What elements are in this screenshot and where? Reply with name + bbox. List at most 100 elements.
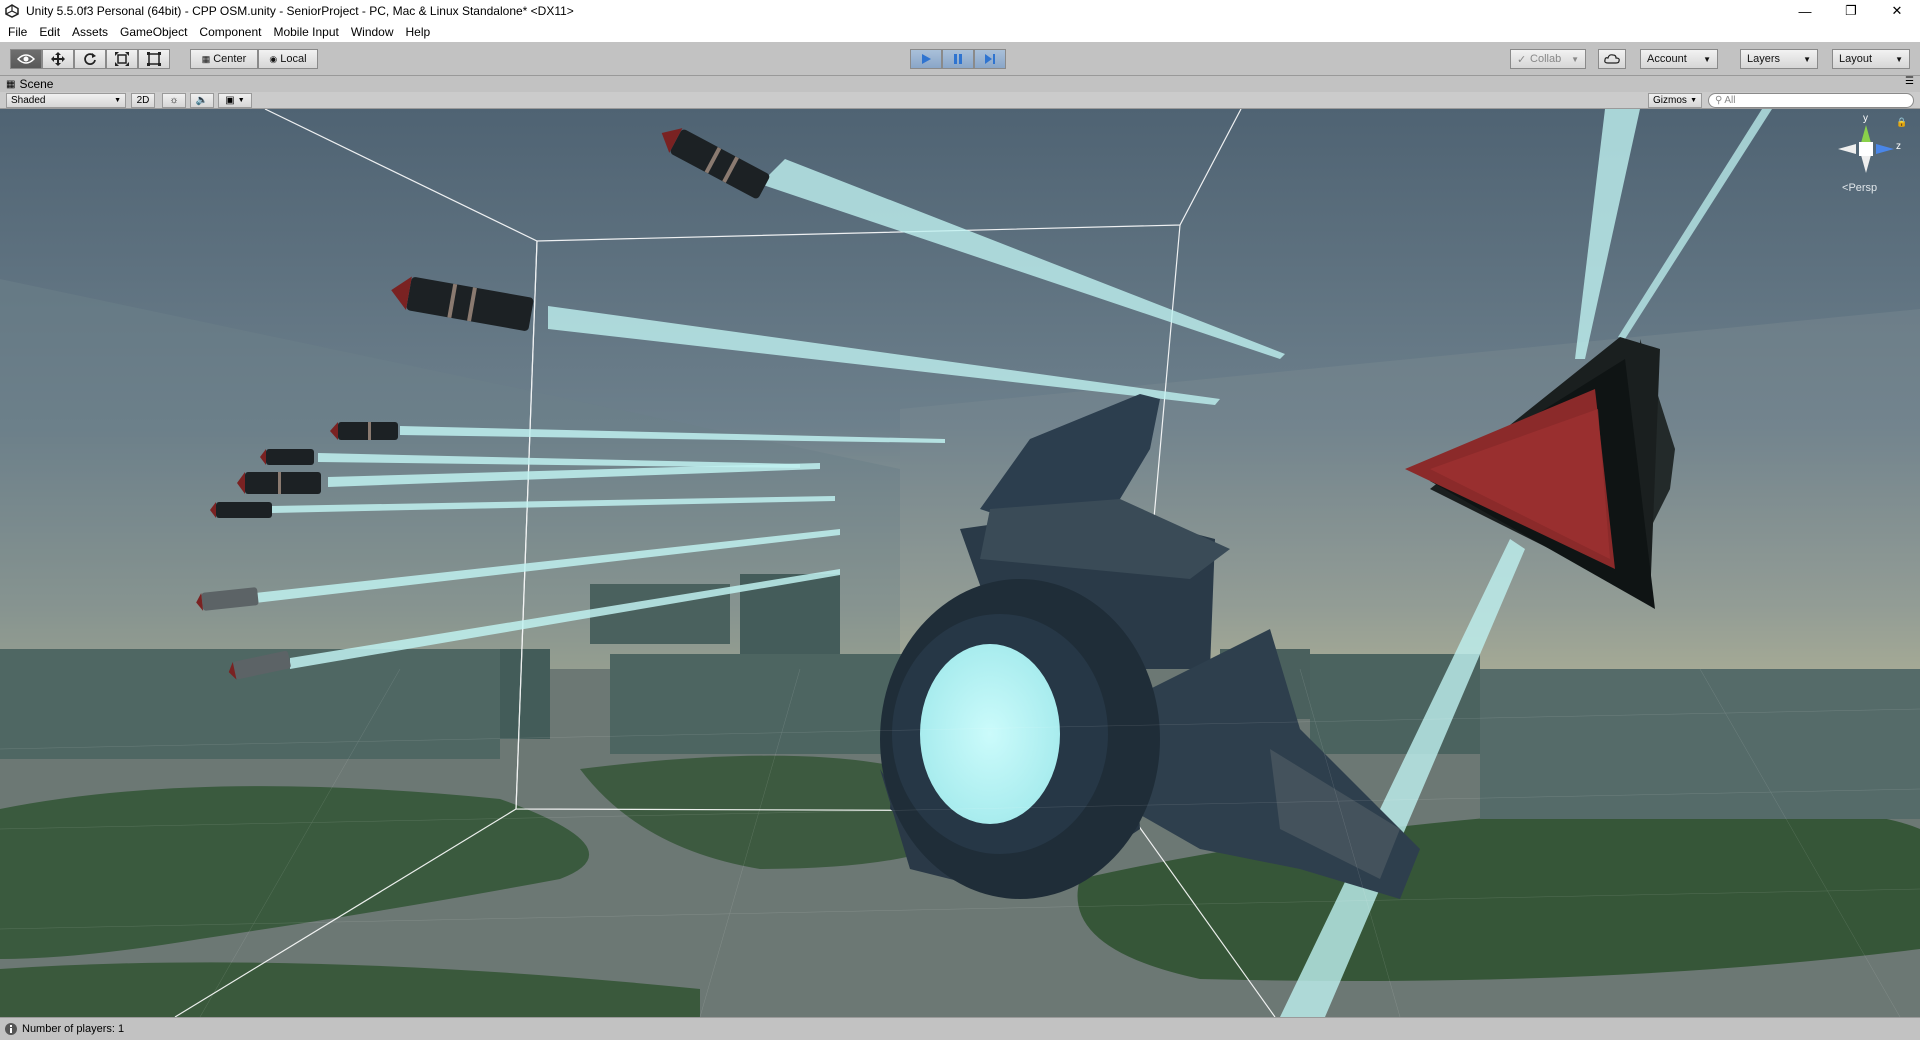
rotate-tool-button[interactable] [74,49,106,69]
chevron-down-icon: ▼ [1571,54,1579,64]
audio-toggle[interactable]: 🔈 [190,93,214,108]
cloud-controls [1598,49,1626,69]
sun-icon: ☼ [169,95,179,106]
menu-assets[interactable]: Assets [66,22,114,42]
title-bar: Unity 5.5.0f3 Personal (64bit) - CPP OSM… [0,0,1920,22]
chevron-down-icon: ▼ [1803,54,1811,64]
info-icon [5,1023,17,1035]
orientation-gizmo[interactable]: y z 🔒 <Persp [1826,113,1907,225]
projection-text: Persp [1848,182,1878,194]
tab-menu-icon[interactable]: ☰ [1905,76,1914,87]
layout-controls: Layout ▼ [1832,49,1910,69]
search-placeholder: All [1724,95,1736,106]
scene-search-input[interactable]: ⚲ All [1708,93,1914,108]
step-button[interactable] [974,49,1006,69]
missile [237,472,321,494]
move-tool-button[interactable] [42,49,74,69]
menu-bar: File Edit Assets GameObject Component Mo… [0,22,1920,42]
scale-tool-button[interactable] [106,49,138,69]
building [1480,669,1920,819]
chevron-down-icon: ▼ [237,97,245,104]
close-button[interactable]: ✕ [1874,0,1920,22]
collab-dropdown[interactable]: ✓ Collab ▼ [1510,49,1586,69]
scene-viewport[interactable]: y z 🔒 <Persp [0,109,1920,1017]
layers-controls: Layers ▼ [1740,49,1818,69]
2d-toggle-label: 2D [136,95,150,106]
rotate-icon [84,53,96,65]
scene-options-bar: Shaded ▼ 2D ☼ 🔈 ▣ ▼ Gizmos ▼ ⚲ All [0,92,1920,109]
play-button[interactable] [910,49,942,69]
scene-tab-bar: ▦ Scene ☰ [0,76,1920,92]
scene-render [0,109,1920,1017]
menu-gameobject[interactable]: GameObject [114,22,193,42]
restore-button[interactable]: ❐ [1828,0,1874,22]
shading-mode-dropdown[interactable]: Shaded ▼ [6,93,126,108]
local-space-icon: ◉ [269,53,278,64]
menu-file[interactable]: File [2,22,33,42]
scale-icon [115,52,129,66]
play-icon [922,54,931,64]
projection-label[interactable]: <Persp [1842,182,1877,194]
status-message: Number of players: 1 [22,1023,125,1035]
cloud-button[interactable] [1598,49,1626,69]
missile [330,422,398,440]
collab-label: Collab [1530,53,1562,65]
pause-button[interactable] [942,49,974,69]
gizmos-label: Gizmos [1653,95,1687,106]
account-controls: Account ▼ [1640,49,1718,69]
space-local-button[interactable]: ◉ Local [258,49,318,69]
layout-label: Layout [1839,53,1873,65]
view-tool-button[interactable] [10,49,42,69]
chevron-down-icon: ▼ [1895,54,1903,64]
move-arrows-icon [51,52,65,66]
collab-controls: ✓ Collab ▼ [1510,49,1586,69]
chevron-down-icon: ▼ [114,97,121,104]
missile [210,502,272,518]
status-bar: Number of players: 1 [0,1017,1920,1040]
lock-icon[interactable]: 🔒 [1896,117,1907,128]
axis-z-label: z [1896,141,1901,152]
effects-dropdown[interactable]: ▣ ▼ [218,93,252,108]
pivot-center-label: Center [213,53,247,65]
rect-tool-button[interactable] [138,49,170,69]
menu-component[interactable]: Component [193,22,267,42]
scene-tab[interactable]: ▦ Scene [6,77,53,91]
transform-tools [10,49,170,69]
unity-logo-icon [4,3,20,19]
menu-mobile-input[interactable]: Mobile Input [267,22,344,42]
pivot-center-button[interactable]: ▦ Center [190,49,258,69]
cloud-icon [1604,54,1620,64]
scene-grid-icon: ▦ [6,78,16,90]
minimize-button[interactable]: — [1782,0,1828,22]
axis-y-label: y [1863,113,1868,124]
2d-toggle[interactable]: 2D [131,93,155,108]
axis-gizmo-icon [1838,125,1894,173]
main-toolbar: ▦ Center ◉ Local ✓ Collab ▼ Account ▼ La… [0,42,1920,76]
menu-window[interactable]: Window [345,22,400,42]
eye-icon [17,54,35,64]
collab-check-icon: ✓ [1517,53,1527,66]
menu-help[interactable]: Help [400,22,437,42]
speaker-icon: 🔈 [195,95,209,106]
building [500,649,550,739]
missile [260,449,314,465]
layout-dropdown[interactable]: Layout ▼ [1832,49,1910,69]
window-title: Unity 5.5.0f3 Personal (64bit) - CPP OSM… [26,4,574,18]
playback-controls [910,49,1006,69]
layers-label: Layers [1747,53,1781,65]
rect-transform-icon [147,52,161,66]
menu-edit[interactable]: Edit [33,22,66,42]
engine-glow [920,644,1060,824]
chevron-down-icon: ▼ [1690,97,1697,104]
image-icon: ▣ [225,95,235,106]
step-icon [985,54,995,64]
chevron-down-icon: ▼ [1703,54,1711,64]
search-icon: ⚲ [1715,95,1723,106]
scene-tab-label: Scene [19,77,54,91]
pivot-toggles: ▦ Center ◉ Local [190,49,318,69]
account-dropdown[interactable]: Account ▼ [1640,49,1718,69]
gizmos-dropdown[interactable]: Gizmos ▼ [1648,93,1702,108]
lighting-toggle[interactable]: ☼ [162,93,186,108]
pause-icon [954,54,962,64]
layers-dropdown[interactable]: Layers ▼ [1740,49,1818,69]
